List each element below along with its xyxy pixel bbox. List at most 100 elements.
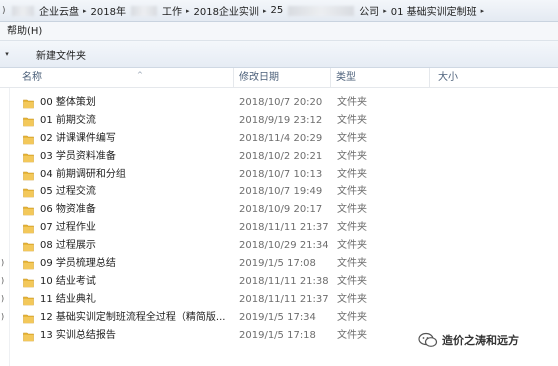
file-date: 2019/1/5 17:34 <box>239 311 316 323</box>
file-date: 2018/10/7 19:49 <box>239 186 323 198</box>
file-list: 00 整体策划 2018/10/7 20:20 文件夹 01 前期交流 2018/9/… <box>0 94 558 344</box>
breadcrumb-item[interactable]: 2018年 <box>88 2 129 20</box>
file-name: 03 学员资料准备 <box>40 150 116 162</box>
folder-icon <box>23 99 34 109</box>
folder-icon <box>23 332 34 341</box>
file-name: 01 前期交流 <box>40 114 96 126</box>
file-name: 13 实训总结报告 <box>40 329 116 341</box>
toolbar: ▾ 新建文件夹 <box>0 41 558 68</box>
breadcrumb-separator-icon[interactable]: ▸ <box>481 7 485 15</box>
file-type: 文件夹 <box>337 168 367 180</box>
organize-dropdown-icon[interactable]: ▾ <box>0 50 14 58</box>
breadcrumb-separator-icon[interactable]: ▸ <box>263 7 267 15</box>
folder-icon <box>23 224 34 234</box>
file-row[interactable]: 01 前期交流 2018/9/19 23:12 文件夹 <box>0 112 558 130</box>
file-type: 文件夹 <box>337 150 367 162</box>
redacted-crumb <box>288 5 355 16</box>
file-row[interactable]: 08 过程展示 2018/10/29 21:34 文件夹 <box>0 237 558 255</box>
file-type: 文件夹 <box>337 240 367 252</box>
file-date: 2019/1/5 17:08 <box>239 258 316 270</box>
file-row[interactable]: 07 过程作业 2018/11/11 21:37 文件夹 <box>0 219 558 237</box>
folder-icon <box>23 135 34 145</box>
file-date: 2018/10/7 10:13 <box>239 168 323 180</box>
file-date: 2018/11/4 20:29 <box>239 132 323 144</box>
file-row[interactable]: 06 物资准备 2018/10/9 20:17 文件夹 <box>0 201 558 219</box>
file-type: 文件夹 <box>337 222 367 234</box>
file-type: 文件夹 <box>337 114 367 126</box>
column-header-row: 名称 ^ 修改日期 类型 大小 <box>0 68 558 88</box>
folder-icon <box>23 117 34 127</box>
address-bar[interactable]: ) 企业云盘 ▸ 2018年 工作 ▸ 2018企业实训 ▸ 25 公司 ▸ 0… <box>0 0 558 22</box>
file-date: 2018/10/9 20:17 <box>239 204 323 216</box>
file-name: 04 前期调研和分组 <box>40 168 126 180</box>
file-row[interactable]: 11 结业典礼 2018/11/11 21:37 文件夹 <box>0 291 558 309</box>
file-type: 文件夹 <box>337 97 367 108</box>
file-row[interactable]: 09 学员梳理总结 2019/1/5 17:08 文件夹 <box>0 255 558 273</box>
breadcrumb-item[interactable]: 企业云盘 <box>36 2 82 20</box>
file-name: 02 讲课课件编写 <box>40 132 116 144</box>
breadcrumb-separator-icon[interactable]: ▸ <box>383 7 387 15</box>
menu-help[interactable]: 帮助(H) <box>0 22 49 41</box>
folder-icon <box>23 278 34 288</box>
folder-icon <box>23 242 34 252</box>
file-name: 09 学员梳理总结 <box>40 258 116 270</box>
folder-icon <box>23 153 34 162</box>
folder-icon <box>23 296 34 306</box>
sort-ascending-icon: ^ <box>137 71 143 79</box>
file-date: 2018/11/11 21:37 <box>239 222 329 234</box>
folder-icon <box>23 189 34 198</box>
redacted-crumb <box>12 5 34 16</box>
folder-icon <box>23 260 34 270</box>
menu-bar: 帮助(H) <box>0 22 558 41</box>
column-header-date[interactable]: 修改日期 <box>233 68 330 88</box>
file-date: 2018/10/29 21:34 <box>239 240 329 252</box>
folder-icon <box>23 207 34 216</box>
file-type: 文件夹 <box>337 293 367 305</box>
column-header-name-label: 名称 <box>22 72 42 83</box>
file-name: 10 结业考试 <box>40 275 96 287</box>
file-row[interactable]: 05 过程交流 2018/10/7 19:49 文件夹 <box>0 183 558 201</box>
file-date: 2018/10/2 20:21 <box>239 150 323 162</box>
redacted-crumb <box>130 5 157 16</box>
file-type: 文件夹 <box>337 311 367 323</box>
folder-icon <box>23 314 34 323</box>
file-type: 文件夹 <box>337 275 367 287</box>
file-type: 文件夹 <box>337 258 367 270</box>
breadcrumb-item[interactable]: 公司 <box>356 2 382 20</box>
address-back-chevron-icon[interactable]: ) <box>2 4 10 18</box>
column-header-name[interactable]: 名称 ^ <box>17 68 233 88</box>
wechat-logo-icon <box>418 332 438 347</box>
watermark-text: 造价之涛和远方 <box>442 334 519 347</box>
breadcrumb-item[interactable]: 25 <box>267 2 286 20</box>
breadcrumb-item[interactable]: 工作 <box>159 2 185 20</box>
file-name: 08 过程展示 <box>40 240 96 252</box>
folder-icon <box>23 171 34 180</box>
file-row[interactable]: 03 学员资料准备 2018/10/2 20:21 文件夹 <box>0 148 558 166</box>
file-type: 文件夹 <box>337 204 367 216</box>
file-date: 2018/10/7 20:20 <box>239 97 323 108</box>
file-row[interactable]: 10 结业考试 2018/11/11 21:38 文件夹 <box>0 273 558 291</box>
file-type: 文件夹 <box>337 329 367 341</box>
file-date: 2019/1/5 17:18 <box>239 329 316 341</box>
file-date: 2018/11/11 21:38 <box>239 275 329 287</box>
file-type: 文件夹 <box>337 132 367 144</box>
file-type: 文件夹 <box>337 186 367 198</box>
new-folder-button[interactable]: 新建文件夹 <box>30 44 92 65</box>
file-row[interactable]: 00 整体策划 2018/10/7 20:20 文件夹 <box>0 94 558 112</box>
breadcrumb-item[interactable]: 2018企业实训 <box>190 2 261 20</box>
file-row[interactable]: 04 前期调研和分组 2018/10/7 10:13 文件夹 <box>0 166 558 184</box>
column-header-size[interactable]: 大小 <box>429 68 549 88</box>
breadcrumb-separator-icon[interactable]: ▸ <box>186 7 190 15</box>
breadcrumb-item[interactable]: 01 基础实训定制班 <box>388 2 480 20</box>
file-date: 2018/11/11 21:37 <box>239 293 329 305</box>
file-name: 07 过程作业 <box>40 222 96 234</box>
file-name: 12 基础实训定制班流程全过程（精简版... <box>40 311 226 323</box>
breadcrumb-separator-icon[interactable]: ▸ <box>83 7 87 15</box>
column-header-type[interactable]: 类型 <box>330 68 429 88</box>
watermark: 造价之涛和远方 <box>418 330 558 350</box>
file-row[interactable]: 02 讲课课件编写 2018/11/4 20:29 文件夹 <box>0 130 558 148</box>
file-name: 11 结业典礼 <box>40 293 96 305</box>
file-name: 05 过程交流 <box>40 186 96 198</box>
file-row[interactable]: 12 基础实训定制班流程全过程（精简版... 2019/1/5 17:34 文件夹 <box>0 309 558 327</box>
file-date: 2018/9/19 23:12 <box>239 114 323 126</box>
